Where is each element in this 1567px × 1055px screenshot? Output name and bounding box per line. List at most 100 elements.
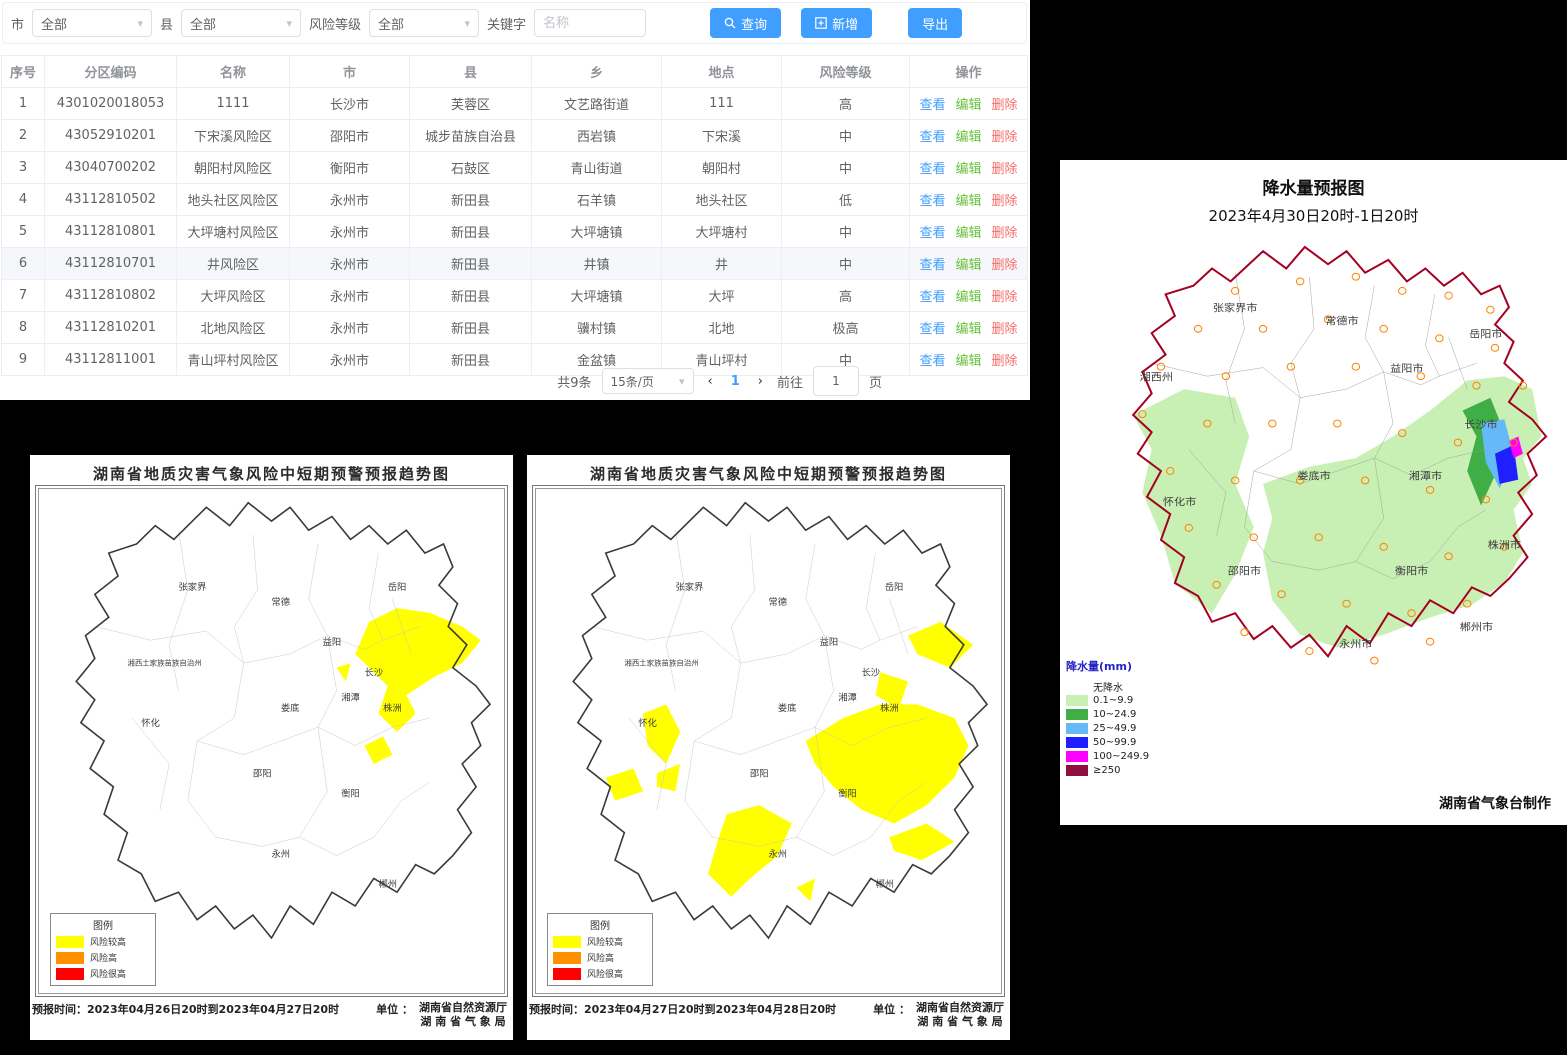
- table-row[interactable]: 443112810502地头社区风险区永州市新田县石羊镇地头社区低查看编辑删除: [2, 184, 1028, 216]
- precip-legend-swatch: [1066, 737, 1088, 748]
- county-select[interactable]: 全部 ▾: [181, 9, 301, 37]
- table-row[interactable]: 243052910201下宋溪风险区邵阳市城步苗族自治县西岩镇下宋溪中查看编辑删…: [2, 120, 1028, 152]
- view-link[interactable]: 查看: [919, 258, 945, 273]
- precip-legend-label: 10~24.9: [1093, 709, 1136, 720]
- delete-link[interactable]: 删除: [992, 194, 1018, 209]
- risk-area-overlay: [606, 768, 643, 800]
- risk-level-select[interactable]: 全部 ▾: [369, 9, 479, 37]
- cell-risk: 极高: [782, 312, 910, 344]
- cell-actions: 查看编辑删除: [910, 216, 1028, 248]
- map-city-label: 娄底: [281, 702, 300, 714]
- unit-lines: 湖南省自然资源厅 湖 南 省 气 象 局: [916, 1001, 1004, 1029]
- precip-legend-item: 100~249.9: [1066, 750, 1176, 763]
- cell-seq: 3: [2, 152, 45, 184]
- district-boundary: [299, 727, 327, 837]
- map-city-label: 郴州: [378, 878, 397, 890]
- cell-risk: 低: [782, 184, 910, 216]
- edit-link[interactable]: 编辑: [955, 98, 981, 113]
- view-link[interactable]: 查看: [919, 322, 945, 337]
- station-marker-icon: [1287, 363, 1294, 370]
- cell-city: 长沙市: [290, 88, 410, 120]
- cell-actions: 查看编辑删除: [910, 280, 1028, 312]
- column-header-1: 分区编码: [45, 56, 177, 88]
- search-button[interactable]: 查询: [710, 8, 781, 38]
- map-city-label: 娄底: [778, 702, 797, 714]
- page-number-1[interactable]: 1: [727, 374, 744, 389]
- delete-link[interactable]: 删除: [992, 226, 1018, 241]
- delete-link[interactable]: 删除: [992, 130, 1018, 145]
- column-header-8: 操作: [910, 56, 1028, 88]
- cell-city: 永州市: [290, 280, 410, 312]
- export-button[interactable]: 导出: [908, 8, 962, 38]
- column-header-0: 序号: [2, 56, 45, 88]
- district-boundary: [1254, 398, 1300, 471]
- trend-map-2-frame: 岳阳常德张家界湘西土家族苗族自治州益阳长沙株洲湘潭娄底怀化邵阳衡阳永州郴州 图例…: [532, 485, 1005, 997]
- precip-legend-swatch: [1066, 695, 1088, 706]
- edit-link[interactable]: 编辑: [955, 162, 981, 177]
- edit-link[interactable]: 编辑: [955, 290, 981, 305]
- cell-name: 井风险区: [177, 248, 290, 280]
- view-link[interactable]: 查看: [919, 130, 945, 145]
- cell-place: 大坪塘村: [662, 216, 782, 248]
- station-marker-icon: [1426, 638, 1433, 645]
- edit-link[interactable]: 编辑: [955, 130, 981, 145]
- map-city-label: 湘潭: [341, 692, 360, 704]
- goto-page-input[interactable]: [813, 366, 859, 396]
- cell-town: 西岩镇: [532, 120, 662, 152]
- cell-actions: 查看编辑删除: [910, 312, 1028, 344]
- station-marker-icon: [1306, 648, 1313, 655]
- delete-link[interactable]: 删除: [992, 322, 1018, 337]
- delete-link[interactable]: 删除: [992, 98, 1018, 113]
- legend-item: 风险高: [56, 951, 150, 964]
- trend-map-2-footer: 预报时间：2023年04月27日20时到2023年04月28日20时 单位 ： …: [527, 1001, 1010, 1029]
- risk-area-overlay: [806, 704, 969, 823]
- edit-link[interactable]: 编辑: [955, 258, 981, 273]
- station-marker-icon: [1491, 344, 1498, 351]
- cell-county: 城步苗族自治县: [410, 120, 532, 152]
- station-marker-icon: [1269, 420, 1276, 427]
- table-row[interactable]: 543112810801大坪塘村风险区永州市新田县大坪塘镇大坪塘村中查看编辑删除: [2, 216, 1028, 248]
- view-link[interactable]: 查看: [919, 290, 945, 305]
- precip-legend-swatch: [1066, 709, 1088, 720]
- page-size-select[interactable]: 15条/页 ▾: [602, 368, 694, 394]
- map-fill-region: [1263, 376, 1541, 647]
- district-boundary: [374, 782, 430, 837]
- risk-area-overlay: [657, 764, 680, 791]
- table-row[interactable]: 743112810802大坪风险区永州市新田县大坪塘镇大坪高查看编辑删除: [2, 280, 1028, 312]
- cell-town: 井镇: [532, 248, 662, 280]
- precip-legend-swatch: [1066, 723, 1088, 734]
- keyword-input[interactable]: [534, 9, 646, 37]
- trend-map-1-footer: 预报时间：2023年04月26日20时到2023年04月27日20时 单位 ： …: [30, 1001, 513, 1029]
- prev-page-icon[interactable]: ‹: [704, 374, 717, 389]
- district-boundary: [866, 553, 880, 640]
- view-link[interactable]: 查看: [919, 98, 945, 113]
- cell-county: 新田县: [410, 248, 532, 280]
- table-row[interactable]: 643112810701井风险区永州市新田县井镇井中查看编辑删除: [2, 248, 1028, 280]
- unit-label: 单位 ：: [376, 1001, 413, 1029]
- edit-link[interactable]: 编辑: [955, 194, 981, 209]
- trend-map-1-legend: 图例 风险较高风险高风险很高: [50, 913, 156, 986]
- export-button-label: 导出: [922, 14, 948, 33]
- delete-link[interactable]: 删除: [992, 258, 1018, 273]
- add-button[interactable]: 新增: [801, 8, 872, 38]
- table-row[interactable]: 343040700202朝阳村风险区衡阳市石鼓区青山街道朝阳村中查看编辑删除: [2, 152, 1028, 184]
- cell-seq: 4: [2, 184, 45, 216]
- station-marker-icon: [1380, 325, 1387, 332]
- cell-seq: 6: [2, 248, 45, 280]
- city-select[interactable]: 全部 ▾: [32, 9, 152, 37]
- edit-link[interactable]: 编辑: [955, 322, 981, 337]
- delete-link[interactable]: 删除: [992, 162, 1018, 177]
- table-row[interactable]: 843112810201北地风险区永州市新田县骥村镇北地极高查看编辑删除: [2, 312, 1028, 344]
- edit-link[interactable]: 编辑: [955, 226, 981, 241]
- view-link[interactable]: 查看: [919, 162, 945, 177]
- next-page-icon[interactable]: ›: [754, 374, 767, 389]
- district-boundary: [815, 636, 834, 728]
- column-header-7: 风险等级: [782, 56, 910, 88]
- delete-link[interactable]: 删除: [992, 290, 1018, 305]
- cell-city: 永州市: [290, 248, 410, 280]
- view-link[interactable]: 查看: [919, 226, 945, 241]
- legend-swatch: [56, 936, 84, 948]
- table-row[interactable]: 143010200180531111长沙市芙蓉区文艺路街道111高查看编辑删除: [2, 88, 1028, 120]
- station-marker-icon: [1241, 629, 1248, 636]
- view-link[interactable]: 查看: [919, 194, 945, 209]
